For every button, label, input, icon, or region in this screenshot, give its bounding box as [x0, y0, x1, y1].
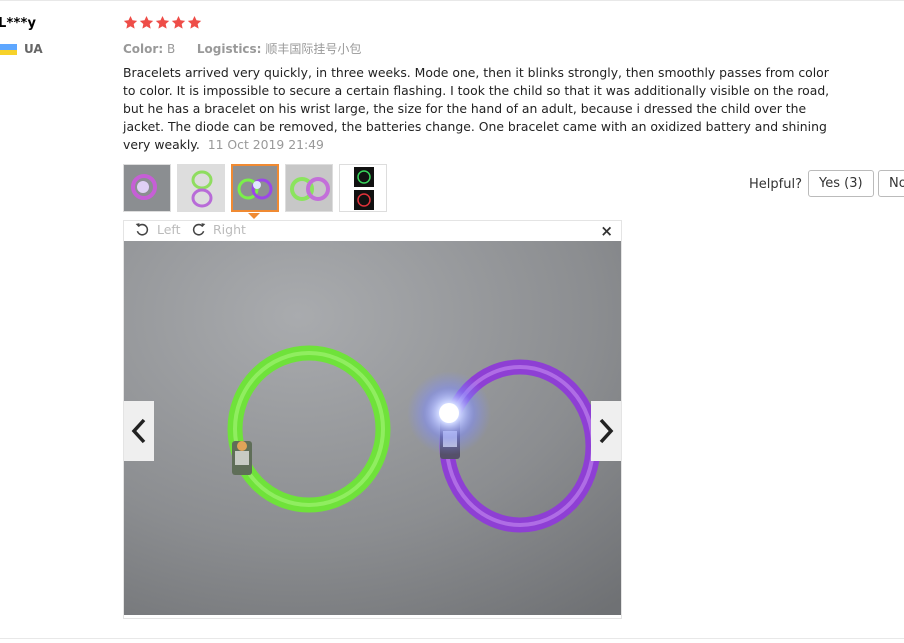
review-date: 11 Oct 2019 21:49 — [207, 137, 324, 152]
thumbnail[interactable] — [123, 164, 171, 212]
rotate-right-label: Right — [213, 222, 246, 237]
image-viewer: Left Right × — [123, 220, 622, 619]
star-icon — [187, 15, 202, 29]
previous-image-button[interactable] — [124, 401, 154, 461]
color-label: Color: — [123, 42, 164, 56]
logistics-value: 顺丰国际挂号小包 — [265, 42, 362, 56]
thumbnail[interactable] — [285, 164, 333, 212]
star-rating — [123, 15, 202, 30]
chevron-right-icon — [599, 418, 614, 444]
helpful-yes-button[interactable]: Yes (3) — [808, 170, 874, 197]
rotate-right-button[interactable]: Right — [190, 221, 246, 238]
chevron-left-icon — [131, 418, 146, 444]
color-value: B — [166, 42, 176, 56]
thumbnail-active[interactable] — [231, 164, 279, 212]
star-icon — [139, 15, 154, 29]
viewer-toolbar: Left Right × — [124, 221, 621, 241]
thumbnail[interactable] — [339, 164, 387, 212]
logistics-label: Logistics: — [196, 42, 262, 56]
rotate-left-button[interactable]: Left — [134, 221, 181, 238]
next-image-button[interactable] — [591, 401, 621, 461]
star-icon — [123, 15, 138, 29]
rotate-left-icon — [135, 223, 149, 236]
star-icon — [155, 15, 170, 29]
bottom-divider — [0, 638, 904, 639]
review-photo — [124, 241, 621, 615]
reviewer-country: UA — [24, 42, 43, 56]
flag-icon — [0, 44, 17, 55]
thumbnail-strip — [123, 164, 387, 212]
rotate-right-icon — [192, 223, 206, 236]
active-thumbnail-pointer — [248, 213, 260, 219]
top-divider — [0, 0, 904, 1]
thumbnail[interactable] — [177, 164, 225, 212]
rotate-left-label: Left — [157, 222, 181, 237]
review-meta: Color: B Logistics: 顺丰国际挂号小包 — [123, 40, 361, 57]
helpful-no-button[interactable]: No — [878, 170, 904, 197]
close-icon[interactable]: × — [600, 222, 613, 240]
reviewer-name: L***y — [0, 16, 37, 31]
star-icon — [171, 15, 186, 29]
helpful-label: Helpful? — [749, 177, 802, 192]
review-body: Bracelets arrived very quickly, in three… — [123, 64, 835, 154]
